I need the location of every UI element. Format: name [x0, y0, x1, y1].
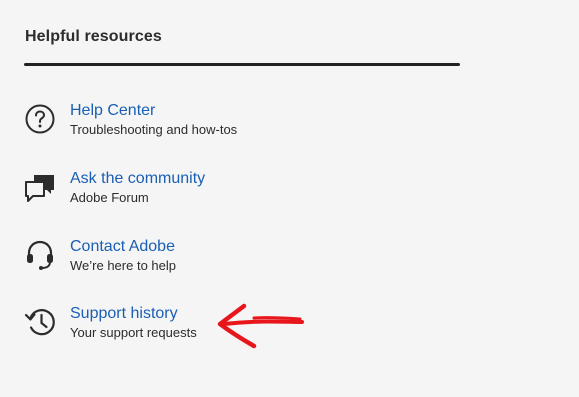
resource-title[interactable]: Help Center — [70, 101, 237, 121]
helpful-resources-panel: Helpful resources Help Center Troublesho… — [0, 0, 579, 397]
resource-title[interactable]: Support history — [70, 304, 197, 324]
help-center-link[interactable]: Help Center Troubleshooting and how-tos — [22, 97, 322, 141]
history-clock-icon — [22, 304, 58, 340]
contact-adobe-link[interactable]: Contact Adobe We’re here to help — [22, 233, 322, 277]
headset-icon — [22, 237, 58, 273]
ask-community-link[interactable]: Ask the community Adobe Forum — [22, 165, 322, 209]
title-divider — [24, 63, 460, 66]
resource-subtitle: We’re here to help — [70, 257, 176, 273]
question-circle-icon — [22, 101, 58, 137]
chat-bubbles-icon — [22, 169, 58, 205]
resource-title[interactable]: Ask the community — [70, 169, 205, 189]
resource-subtitle: Your support requests — [70, 324, 197, 340]
resource-subtitle: Troubleshooting and how-tos — [70, 121, 238, 137]
resource-subtitle: Adobe Forum — [70, 189, 149, 205]
section-title: Helpful resources — [25, 28, 162, 45]
resource-title[interactable]: Contact Adobe — [70, 237, 176, 257]
support-history-link[interactable]: Support history Your support requests — [22, 300, 322, 344]
